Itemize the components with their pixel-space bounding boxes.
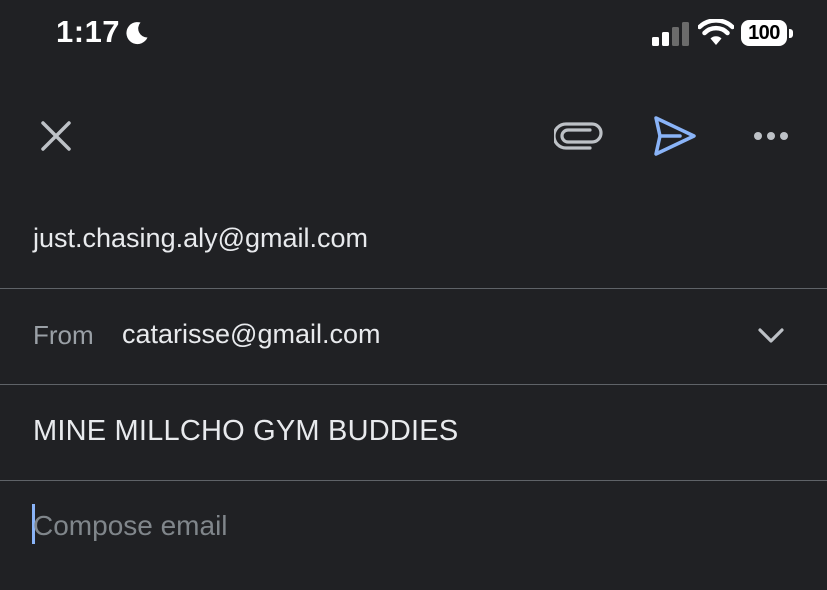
subject-text: MINE MILLCHO GYM BUDDIES [33, 415, 459, 447]
moon-icon [126, 22, 148, 45]
from-label: From [33, 320, 94, 350]
status-time: 1:17 [56, 14, 121, 49]
wifi-icon [698, 19, 734, 45]
close-icon[interactable] [36, 116, 76, 156]
send-icon[interactable] [650, 114, 700, 158]
subject-field[interactable]: MINE MILLCHO GYM BUDDIES [0, 385, 827, 481]
from-value: catarisse@gmail.com [122, 319, 381, 349]
to-field[interactable]: just.chasing.aly@gmail.com [0, 193, 827, 289]
attach-icon[interactable] [554, 116, 604, 156]
battery-tip [789, 29, 793, 38]
compose-body [0, 482, 827, 590]
battery-icon: 100 [741, 20, 793, 48]
status-bar: 1:17 100 [0, 0, 827, 70]
to-recipient: just.chasing.aly@gmail.com [33, 223, 369, 253]
compose-body-input[interactable] [33, 506, 773, 546]
chevron-down-icon[interactable] [756, 325, 786, 345]
compose-toolbar [0, 100, 827, 172]
more-icon[interactable] [748, 122, 794, 150]
battery-level: 100 [741, 20, 787, 46]
from-field[interactable]: From catarisse@gmail.com [0, 289, 827, 385]
signal-icon [652, 22, 689, 46]
